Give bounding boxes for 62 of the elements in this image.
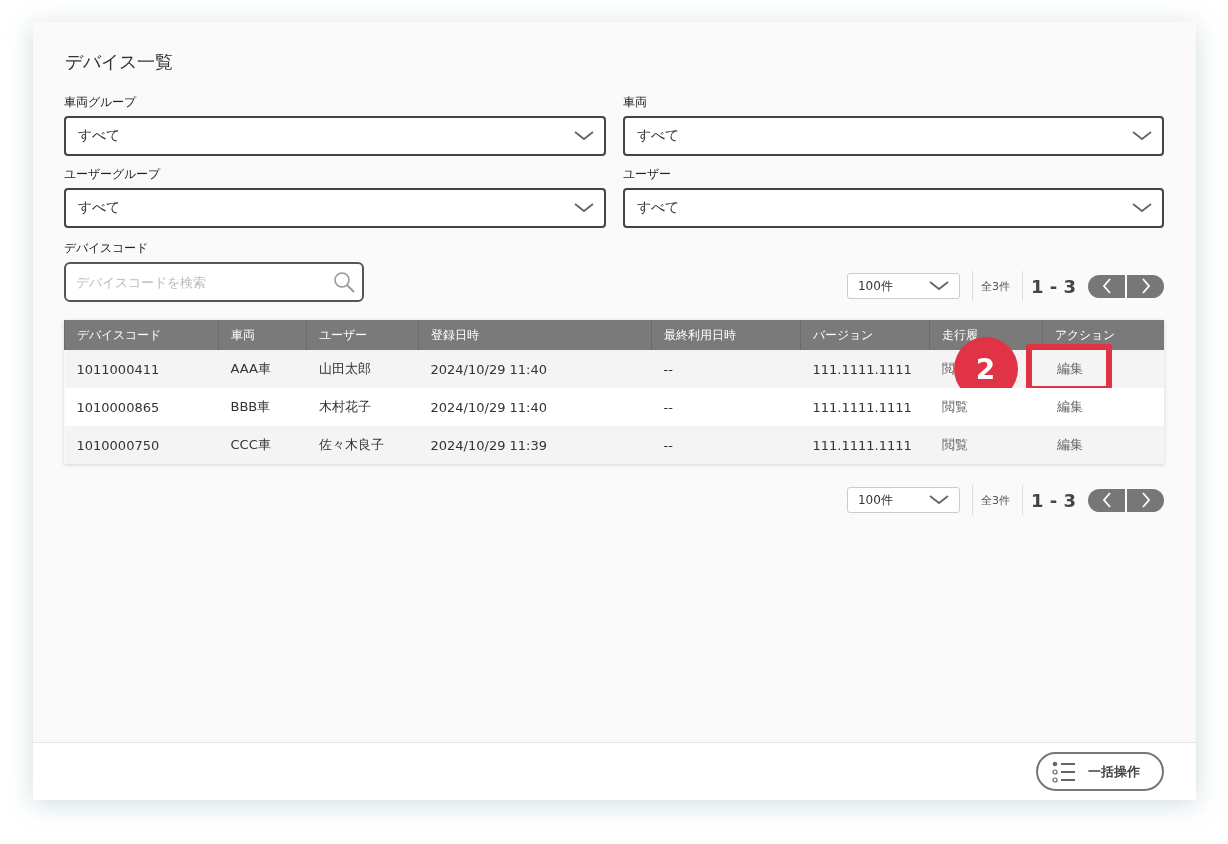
dropdown[interactable]: すべて <box>622 188 1164 228</box>
field-label: ユーザーグループ <box>64 166 162 183</box>
chevron-down-icon <box>573 131 594 141</box>
next-page-button[interactable] <box>1127 274 1164 298</box>
column-header: 登録日時 <box>418 320 652 350</box>
table-cell: CCC車 <box>230 437 271 452</box>
table-cell: 2024/10/29 11:39 <box>430 437 548 453</box>
chevron-down-icon <box>928 281 949 291</box>
page-size-dropdown[interactable]: 100件 <box>846 273 960 299</box>
chevron-down-icon <box>1132 131 1152 141</box>
edit-link[interactable]: 編集 <box>1056 437 1083 452</box>
page-range: 1 - 3 <box>1030 275 1076 297</box>
table-cell: -- <box>663 361 673 377</box>
dropdown[interactable]: すべて <box>64 188 606 228</box>
table-cell: 山田太郎 <box>318 361 371 376</box>
table-cell: 1010000750 <box>76 437 160 453</box>
previous-page-button[interactable] <box>1088 488 1125 512</box>
next-page-button[interactable] <box>1127 488 1164 512</box>
table-cell: 2024/10/29 11:40 <box>430 399 548 415</box>
search-icon <box>333 271 355 293</box>
view-link[interactable]: 閲覧 <box>941 437 968 452</box>
column-header: デバイスコード <box>64 320 219 350</box>
page-title: デバイス一覧 <box>65 50 174 74</box>
table-cell: 111.1111.1111 <box>812 437 912 453</box>
table-cell: BBB車 <box>230 399 271 414</box>
chevron-left-icon <box>1101 492 1112 508</box>
column-header: バージョン <box>800 320 930 350</box>
column-header: 車両 <box>218 320 307 350</box>
edit-link[interactable]: 編集 <box>1056 361 1083 376</box>
edit-link[interactable]: 編集 <box>1056 399 1083 414</box>
chevron-right-icon <box>1140 278 1151 294</box>
column-header: ユーザー <box>306 320 419 350</box>
table-cell: -- <box>663 437 673 453</box>
table-cell: 111.1111.1111 <box>812 361 912 377</box>
page-range: 1 - 3 <box>1030 489 1076 511</box>
chevron-right-icon <box>1140 492 1151 508</box>
total-count: 全3件 <box>980 492 1010 508</box>
field-label: デバイスコード <box>64 240 149 257</box>
dropdown[interactable]: すべて <box>622 116 1164 156</box>
page-size-dropdown[interactable]: 100件 <box>846 487 960 513</box>
chevron-left-icon <box>1101 278 1112 294</box>
total-count: 全3件 <box>980 278 1010 294</box>
dropdown[interactable]: すべて <box>64 116 606 156</box>
table-cell: 1011000411 <box>76 361 160 377</box>
table-cell: 111.1111.1111 <box>812 399 912 415</box>
field-label: ユーザー <box>622 166 672 183</box>
table-cell: 木村花子 <box>318 399 371 414</box>
field-label: 車両 <box>622 94 648 111</box>
table-cell: 佐々木良子 <box>318 437 384 452</box>
chevron-down-icon <box>573 203 594 213</box>
field-label: 車両グループ <box>64 94 138 111</box>
bulk-action-button[interactable]: 一括操作 <box>1036 752 1164 791</box>
chevron-down-icon <box>1132 203 1152 213</box>
list-icon <box>1052 760 1076 783</box>
table-cell: 1010000865 <box>76 399 160 415</box>
previous-page-button[interactable] <box>1088 274 1125 298</box>
table-cell: 2024/10/29 11:40 <box>430 361 548 377</box>
chevron-down-icon <box>928 495 949 505</box>
view-link[interactable]: 閲覧 <box>941 399 968 414</box>
table-cell: AAA車 <box>230 361 271 376</box>
column-header: 最終利用日時 <box>651 320 801 350</box>
table-cell: -- <box>663 399 673 415</box>
